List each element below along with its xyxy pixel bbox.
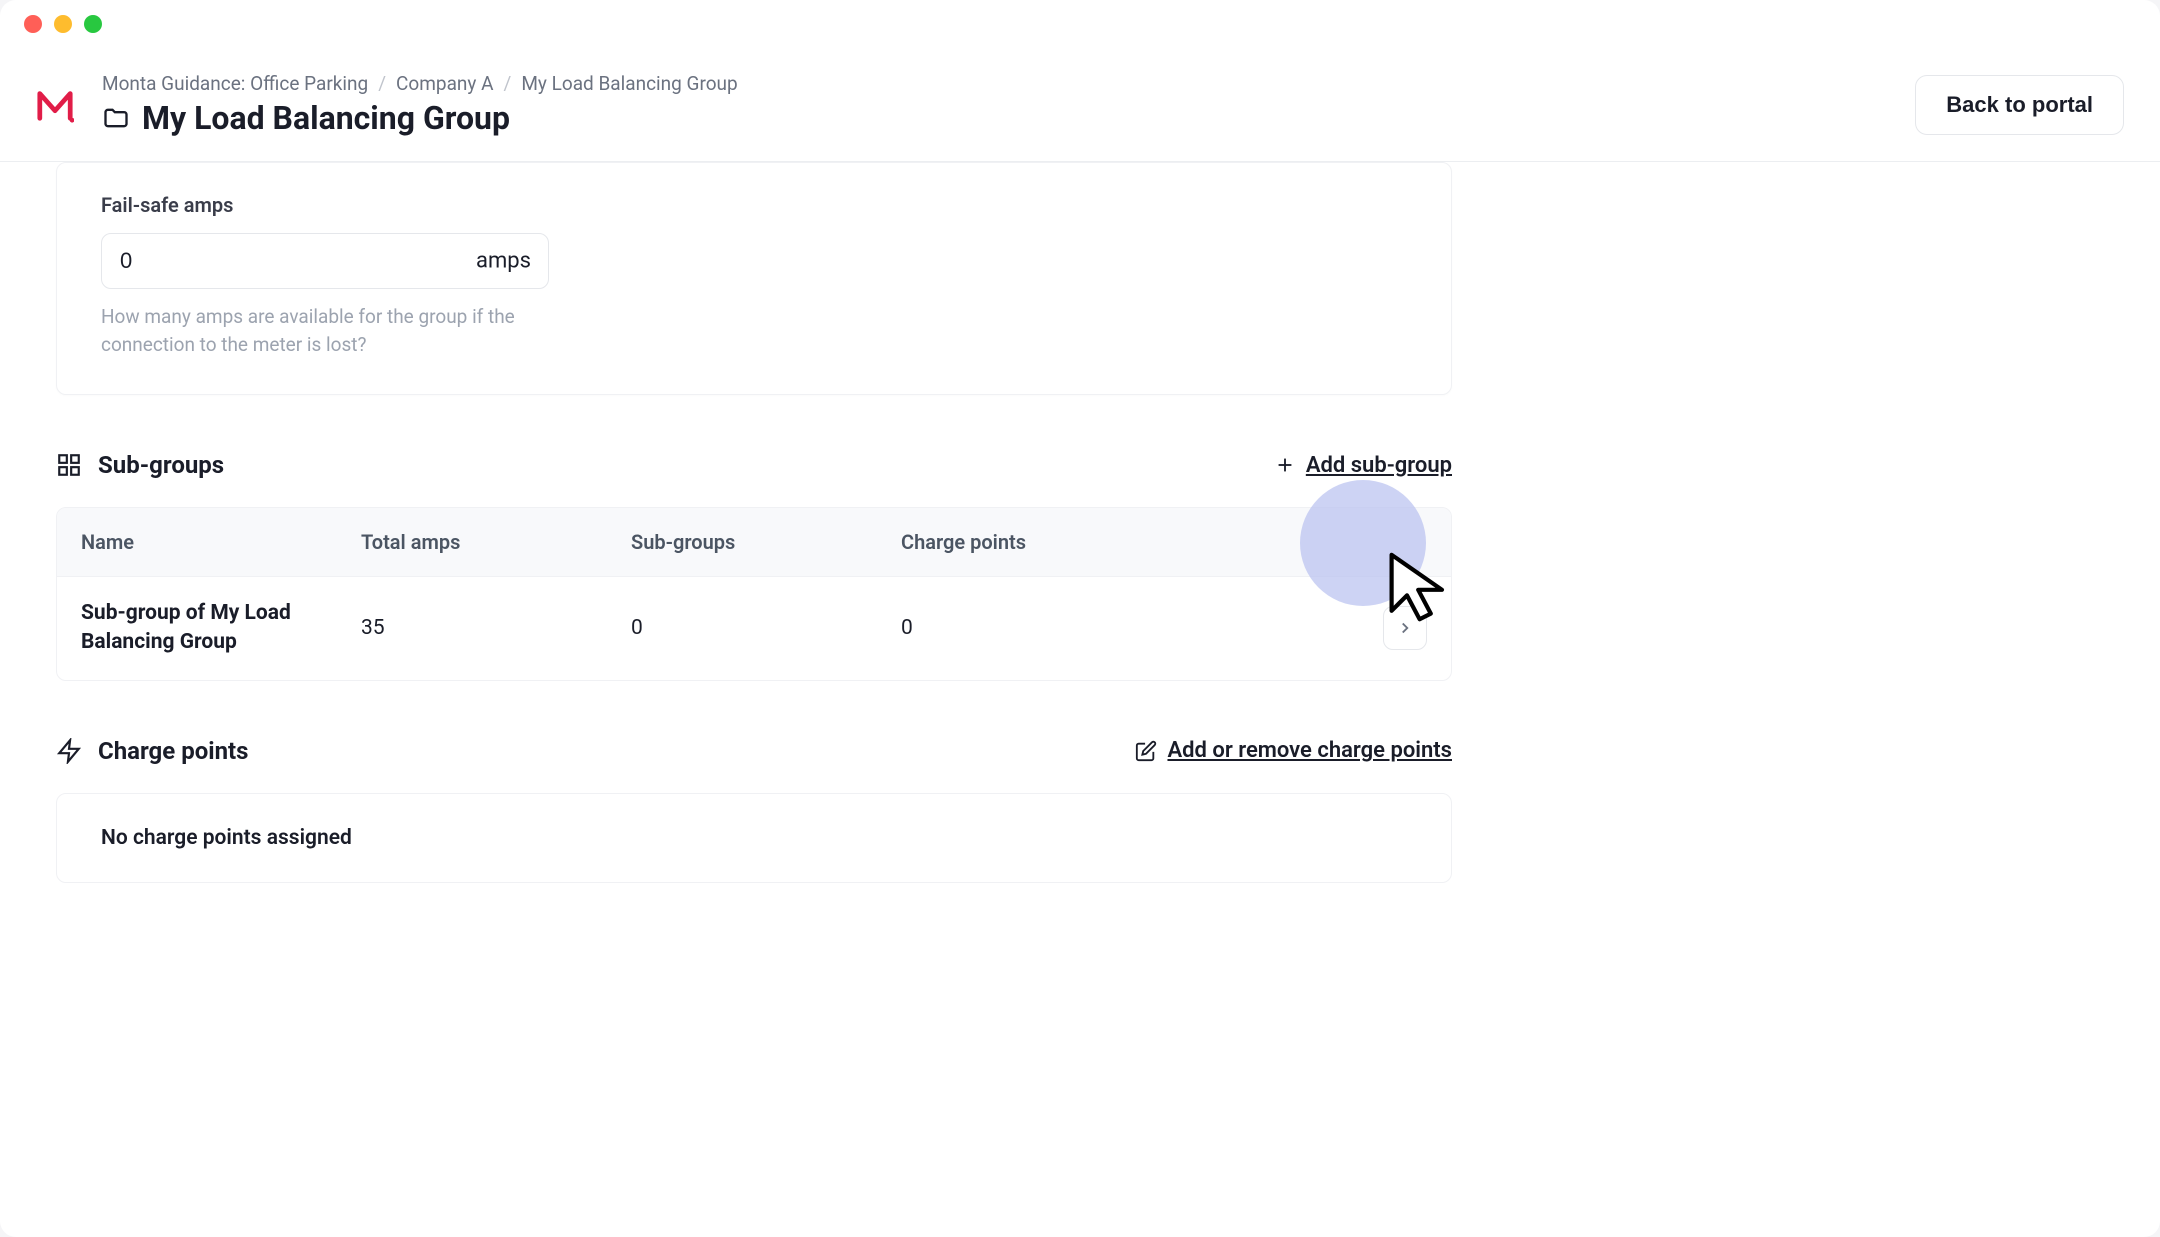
add-remove-chargepoints-link[interactable]: Add or remove charge points (1135, 738, 1452, 763)
edit-icon (1135, 740, 1157, 762)
folder-icon (102, 104, 130, 132)
breadcrumb-item-2[interactable]: My Load Balancing Group (521, 72, 737, 95)
maximize-icon[interactable] (84, 15, 102, 33)
chargepoints-title-wrap: Charge points (56, 737, 249, 765)
subgroups-table: Name Total amps Sub-groups Charge points… (56, 507, 1452, 681)
th-charge-points: Charge points (901, 530, 1331, 554)
lightning-icon (56, 738, 82, 764)
breadcrumb-separator: / (504, 72, 512, 95)
subgroups-header: Sub-groups Add sub-group (56, 451, 1452, 479)
td-total-amps: 35 (361, 616, 631, 640)
chargepoints-header: Charge points Add or remove charge point… (56, 737, 1452, 765)
page-title: My Load Balancing Group (142, 99, 510, 137)
header-left: Monta Guidance: Office Parking / Company… (36, 72, 738, 137)
failsafe-label: Fail-safe amps (101, 193, 1407, 217)
table-header: Name Total amps Sub-groups Charge points (57, 508, 1451, 577)
breadcrumb-item-1[interactable]: Company A (396, 72, 493, 95)
td-charge-points: 0 (901, 616, 1331, 640)
add-subgroup-link[interactable]: Add sub-group (1274, 453, 1452, 478)
window: Monta Guidance: Office Parking / Company… (0, 0, 2160, 1237)
td-name: Sub-group of My Load Balancing Group (81, 599, 361, 658)
breadcrumb-item-0[interactable]: Monta Guidance: Office Parking (102, 72, 368, 95)
breadcrumb: Monta Guidance: Office Parking / Company… (102, 72, 738, 95)
monta-logo-icon (36, 86, 74, 124)
add-subgroup-label: Add sub-group (1306, 453, 1452, 478)
grid-icon (56, 452, 82, 478)
failsafe-unit: amps (476, 249, 531, 274)
minimize-icon[interactable] (54, 15, 72, 33)
page-title-row: My Load Balancing Group (102, 99, 738, 137)
cursor-icon (1386, 549, 1456, 625)
chargepoints-title: Charge points (98, 737, 249, 765)
failsafe-input-wrap: amps (101, 233, 549, 289)
failsafe-card: Fail-safe amps amps How many amps are av… (56, 162, 1452, 395)
th-sub-groups: Sub-groups (631, 530, 901, 554)
breadcrumb-separator: / (378, 72, 386, 95)
th-name: Name (81, 530, 361, 554)
table-row[interactable]: Sub-group of My Load Balancing Group 35 … (57, 577, 1451, 680)
th-total-amps: Total amps (361, 530, 631, 554)
failsafe-help: How many amps are available for the grou… (101, 303, 561, 358)
add-remove-chargepoints-label: Add or remove charge points (1167, 738, 1452, 763)
logo[interactable] (36, 86, 74, 124)
main-column: Fail-safe amps amps How many amps are av… (56, 162, 1452, 883)
breadcrumb-title: Monta Guidance: Office Parking / Company… (102, 72, 738, 137)
subgroups-title-wrap: Sub-groups (56, 451, 224, 479)
chargepoints-empty: No charge points assigned (56, 793, 1452, 883)
content: Fail-safe amps amps How many amps are av… (0, 162, 2160, 883)
plus-icon (1274, 454, 1296, 476)
failsafe-input-row: amps (101, 233, 1407, 289)
header: Monta Guidance: Office Parking / Company… (0, 48, 2160, 162)
close-icon[interactable] (24, 15, 42, 33)
titlebar (0, 0, 2160, 48)
td-sub-groups: 0 (631, 616, 901, 640)
back-to-portal-button[interactable]: Back to portal (1915, 75, 2124, 135)
subgroups-title: Sub-groups (98, 451, 224, 479)
